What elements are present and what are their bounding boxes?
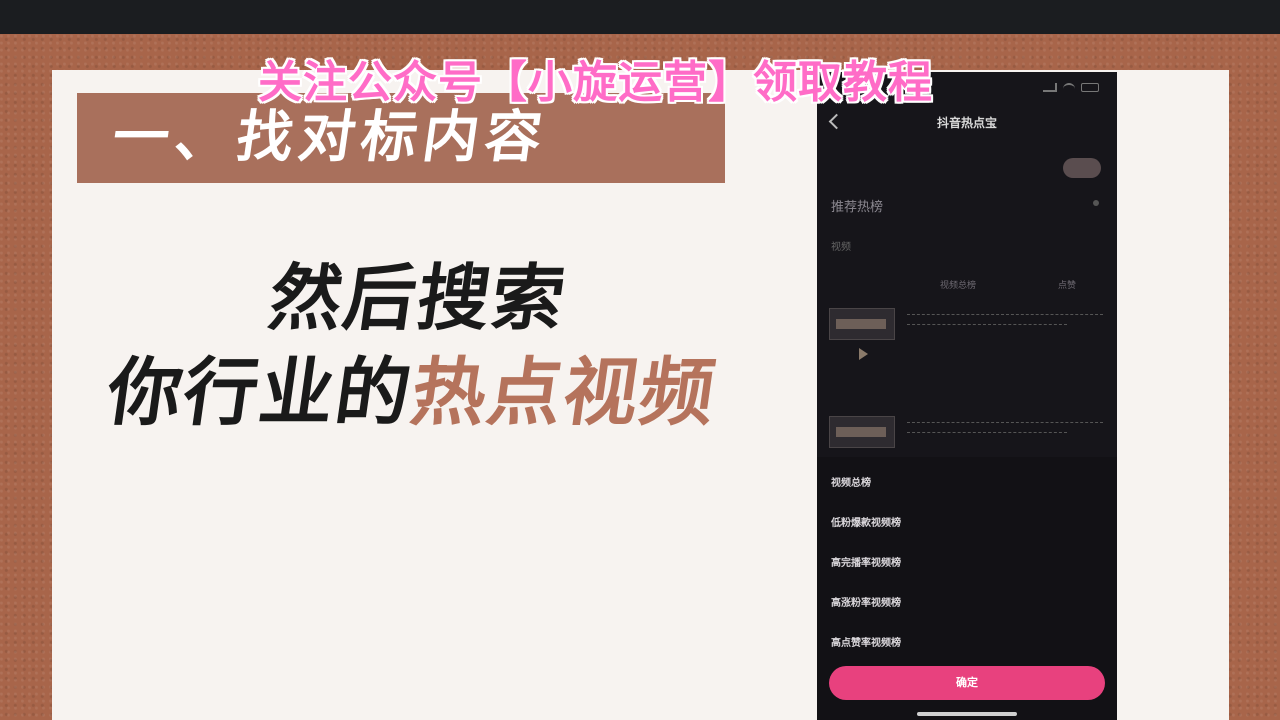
video-list-item[interactable] bbox=[829, 308, 1105, 348]
video-meta-line bbox=[907, 324, 1067, 328]
app-nav-bar: 抖音热点宝 bbox=[817, 112, 1117, 138]
sheet-option[interactable]: 视频总榜 bbox=[831, 474, 871, 489]
status-bar bbox=[1043, 80, 1099, 94]
watermark-text: 关注公众号【小旋运营】领取教程 bbox=[258, 57, 933, 108]
headline-line-2: 你行业的热点视频 bbox=[102, 350, 774, 436]
battery-icon bbox=[1081, 82, 1099, 92]
more-icon[interactable] bbox=[1093, 200, 1099, 206]
section-title: 一、找对标内容 bbox=[108, 105, 552, 170]
phone-screenshot: 抖音热点宝 推荐热榜 视频 视频总榜 点赞 视频总榜 低粉爆款视频榜 高完播率视… bbox=[817, 72, 1117, 720]
video-thumbnail bbox=[829, 308, 895, 340]
headline-prefix: 你行业的 bbox=[101, 350, 419, 436]
sheet-option[interactable]: 高点赞率视频榜 bbox=[831, 634, 901, 649]
headline-highlight: 热点视频 bbox=[405, 350, 723, 436]
confirm-button[interactable]: 确定 bbox=[829, 666, 1105, 700]
filter-row: 视频总榜 点赞 bbox=[817, 278, 1117, 294]
top-bar bbox=[0, 0, 1280, 34]
home-indicator bbox=[917, 712, 1017, 716]
video-meta-line bbox=[907, 314, 1103, 318]
app-title: 抖音热点宝 bbox=[936, 116, 997, 130]
sheet-option[interactable]: 高涨粉率视频榜 bbox=[831, 594, 901, 609]
sheet-option[interactable]: 高完播率视频榜 bbox=[831, 554, 901, 569]
headline-line-1: 然后搜索 bbox=[264, 256, 572, 340]
video-meta-line bbox=[907, 432, 1067, 436]
recommend-label: 推荐热榜 bbox=[831, 200, 884, 215]
play-icon[interactable] bbox=[859, 348, 868, 360]
video-meta-line bbox=[907, 422, 1103, 426]
sheet-option[interactable]: 低粉爆款视频榜 bbox=[831, 514, 901, 529]
filter-dropdown-3[interactable]: 点赞 bbox=[1058, 278, 1076, 294]
video-thumbnail bbox=[829, 416, 895, 448]
filter-dropdown-2[interactable]: 视频总榜 bbox=[940, 278, 976, 294]
toggle-pill[interactable] bbox=[1063, 158, 1101, 178]
filter-tab[interactable]: 视频 bbox=[831, 238, 851, 253]
wifi-icon bbox=[1063, 83, 1075, 91]
video-list-item[interactable] bbox=[829, 416, 1105, 456]
signal-icon bbox=[1043, 82, 1057, 92]
